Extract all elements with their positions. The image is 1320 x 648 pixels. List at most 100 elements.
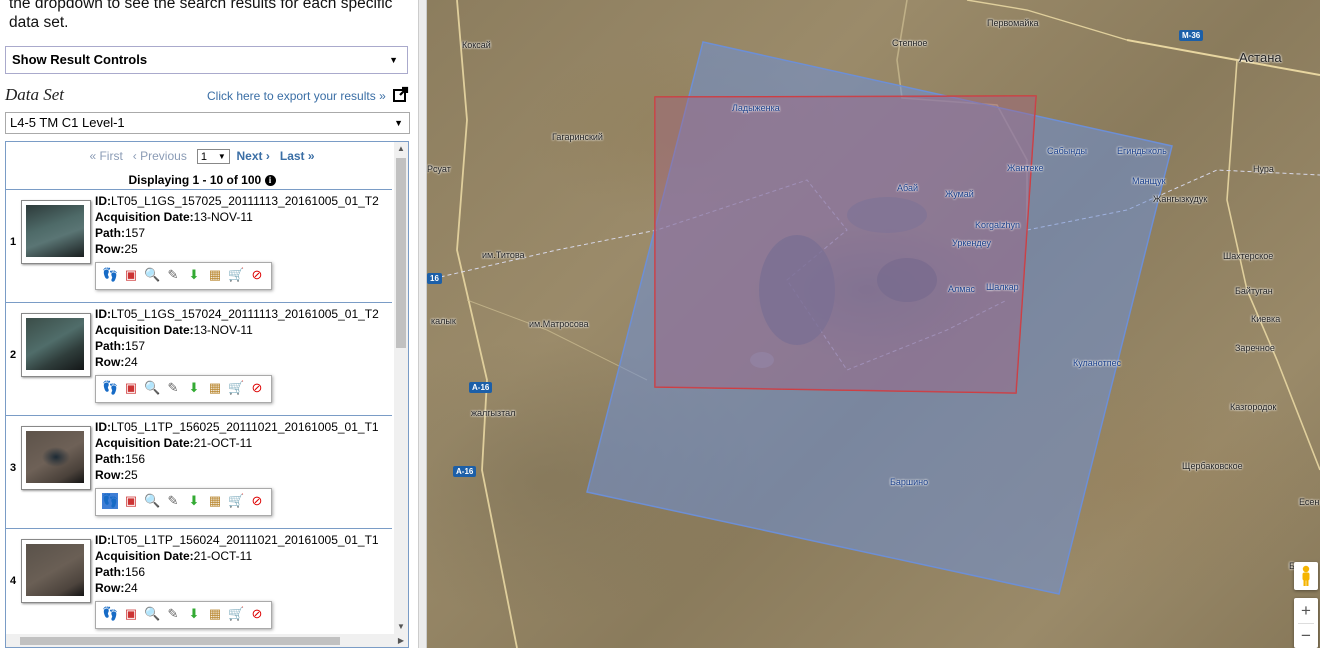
map-place-label: Есен (1299, 497, 1320, 507)
bulk-download-icon[interactable]: ▦ (207, 606, 223, 622)
map-place-label: Жумай (945, 189, 974, 199)
map-place-label: Коксай (462, 40, 491, 50)
scrollbar-thumb[interactable] (20, 637, 340, 645)
compare-icon[interactable]: ✎ (165, 493, 181, 509)
dropdown-arrow-icon: ▼ (389, 55, 398, 65)
footprint-icon[interactable]: 👣 (102, 493, 118, 509)
result-row-value: 25 (124, 468, 138, 482)
bulk-download-icon[interactable]: ▦ (207, 493, 223, 509)
result-date: 21-OCT-11 (193, 549, 253, 563)
exclude-icon[interactable]: ⊘ (249, 380, 265, 396)
page-select[interactable]: 1 ▼ (196, 149, 230, 165)
download-icon[interactable]: ⬇ (186, 493, 202, 509)
info-icon[interactable]: i (264, 175, 276, 186)
map-place-label: Жангызкудук (1153, 194, 1208, 204)
download-icon[interactable]: ⬇ (186, 380, 202, 396)
data-set-select[interactable]: L4-5 TM C1 Level-1 ▼ (5, 112, 410, 134)
scene-thumbnail[interactable] (21, 426, 91, 490)
overlay-icon[interactable]: ▣ (123, 606, 139, 622)
show-result-controls-dropdown[interactable]: Show Result Controls ▼ (5, 46, 408, 74)
dropdown-arrow-icon: ▼ (217, 152, 226, 162)
map-place-label: Жантеке (1007, 163, 1044, 173)
download-icon[interactable]: ⬇ (186, 267, 202, 283)
overlay-icon[interactable]: ▣ (123, 380, 139, 396)
results-panel: the dropdown to see the search results f… (0, 0, 418, 648)
metadata-icon[interactable]: 🔍 (144, 606, 160, 622)
map-place-label: Гагаринский (552, 132, 603, 142)
footprint-icon[interactable]: 👣 (102, 606, 118, 622)
result-row-value: 24 (124, 581, 138, 595)
acquisition-label: Acquisition Date: (95, 323, 194, 337)
pager-last[interactable]: Last » (280, 149, 315, 163)
cart-icon[interactable]: 🛒 (228, 267, 244, 283)
scroll-right-arrow-icon[interactable]: ▶ (394, 634, 408, 647)
result-id: LT05_L1TP_156024_20111021_20161005_01_T1 (111, 533, 379, 547)
map-place-label: Алмас (948, 284, 975, 294)
id-label: ID: (95, 420, 111, 434)
intro-text: the dropdown to see the search results f… (9, 0, 393, 31)
footprint-icon[interactable]: 👣 (102, 267, 118, 283)
result-id: LT05_L1GS_157024_20111113_20161005_01_T2 (111, 307, 379, 321)
horizontal-scrollbar[interactable]: ▶ (6, 634, 408, 647)
metadata-icon[interactable]: 🔍 (144, 380, 160, 396)
map-place-label: Первомайка (987, 18, 1039, 28)
metadata-icon[interactable]: 🔍 (144, 267, 160, 283)
pager-previous: ‹ Previous (132, 149, 187, 163)
street-view-pegman-icon[interactable] (1294, 562, 1318, 590)
scroll-down-arrow-icon[interactable]: ▼ (394, 620, 408, 634)
road-sign: A-16 (469, 382, 493, 393)
dropdown-arrow-icon: ▼ (394, 118, 403, 128)
map-place-label: Ладыженка (732, 103, 780, 113)
map-place-label: Казгородок (1230, 402, 1277, 412)
road-sign: 16 (427, 273, 442, 284)
map-place-label: Куланотпес (1073, 358, 1122, 368)
scene-thumbnail[interactable] (21, 200, 91, 264)
overlay-icon[interactable]: ▣ (123, 493, 139, 509)
vertical-scrollbar[interactable]: ▲ ▼ (394, 142, 408, 634)
result-number: 4 (10, 575, 17, 587)
cart-icon[interactable]: 🛒 (228, 380, 244, 396)
map-place-label: калык (431, 316, 456, 326)
result-row: 3 ID:LT05_L1TP_156025_20111021_20161005_… (6, 415, 392, 528)
panel-divider[interactable] (418, 0, 427, 648)
exclude-icon[interactable]: ⊘ (249, 606, 265, 622)
scene-thumbnail[interactable] (21, 539, 91, 603)
road-sign: M-36 (1179, 30, 1204, 41)
map-place-label: Шахтерское (1223, 251, 1274, 261)
download-icon[interactable]: ⬇ (186, 606, 202, 622)
bulk-download-icon[interactable]: ▦ (207, 267, 223, 283)
pagination: « First ‹ Previous 1 ▼ Next › Last » (6, 149, 398, 165)
zoom-in-button[interactable]: + (1294, 600, 1318, 622)
result-row: 4 ID:LT05_L1TP_156024_20111021_20161005_… (6, 528, 392, 641)
compare-icon[interactable]: ✎ (165, 606, 181, 622)
scrollbar-thumb[interactable] (396, 158, 406, 348)
result-id: LT05_L1TP_156025_20111021_20161005_01_T1 (111, 420, 379, 434)
id-label: ID: (95, 533, 111, 547)
cart-icon[interactable]: 🛒 (228, 493, 244, 509)
zoom-out-button[interactable]: − (1294, 625, 1318, 647)
row-label: Row: (95, 581, 125, 595)
overlay-icon[interactable]: ▣ (123, 267, 139, 283)
compare-icon[interactable]: ✎ (165, 267, 181, 283)
footprint-icon[interactable]: 👣 (102, 380, 118, 396)
pager-first: « First (89, 149, 123, 163)
cart-icon[interactable]: 🛒 (228, 606, 244, 622)
bulk-download-icon[interactable]: ▦ (207, 380, 223, 396)
scroll-up-arrow-icon[interactable]: ▲ (394, 142, 408, 156)
acquisition-label: Acquisition Date: (95, 436, 194, 450)
export-results-link[interactable]: Click here to export your results » (207, 89, 386, 103)
map-place-label: Рсуат (427, 164, 451, 174)
data-set-value: L4-5 TM C1 Level-1 (10, 115, 125, 130)
map-view[interactable]: Коксай Степное Первомайка Астана Ладыженка Га… (427, 0, 1320, 648)
metadata-icon[interactable]: 🔍 (144, 493, 160, 509)
external-link-icon[interactable] (393, 86, 409, 102)
compare-icon[interactable]: ✎ (165, 380, 181, 396)
exclude-icon[interactable]: ⊘ (249, 267, 265, 283)
map-place-label: Абай (897, 183, 918, 193)
pager-next[interactable]: Next › (237, 149, 270, 163)
page-number: 1 (200, 151, 207, 164)
scene-thumbnail[interactable] (21, 313, 91, 377)
map-place-label: жалгызтал (471, 408, 516, 418)
exclude-icon[interactable]: ⊘ (249, 493, 265, 509)
path-label: Path: (95, 565, 125, 579)
